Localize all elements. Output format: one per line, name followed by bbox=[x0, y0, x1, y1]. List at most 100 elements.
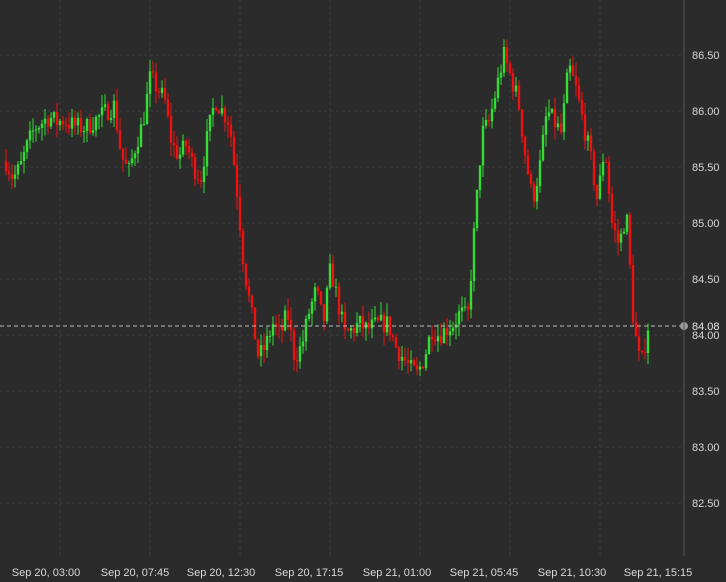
candle-body bbox=[538, 160, 542, 187]
candle-body bbox=[628, 214, 632, 265]
candle-body bbox=[478, 165, 482, 190]
candle-body bbox=[133, 153, 137, 159]
candle-body bbox=[157, 91, 161, 94]
candle-body bbox=[568, 65, 572, 73]
candle-body bbox=[190, 152, 194, 158]
x-tick-label: Sep 21, 05:45 bbox=[450, 567, 519, 579]
candle-body bbox=[211, 107, 215, 115]
candle-body bbox=[472, 228, 476, 281]
x-tick-label: Sep 20, 07:45 bbox=[101, 567, 170, 579]
candle-body bbox=[343, 311, 347, 330]
candle-body bbox=[634, 322, 638, 337]
candle-body bbox=[382, 314, 386, 333]
candle-body bbox=[550, 108, 554, 113]
candle-body bbox=[181, 140, 185, 155]
candle-body bbox=[256, 339, 260, 357]
candle-body bbox=[562, 103, 566, 133]
candle-body bbox=[235, 165, 239, 197]
candle-body bbox=[556, 123, 560, 128]
candle-body bbox=[358, 316, 362, 324]
candle-body bbox=[577, 85, 581, 100]
candle-body bbox=[574, 75, 578, 86]
candle-body bbox=[283, 310, 287, 331]
candle-body bbox=[10, 174, 14, 179]
candle-body bbox=[130, 158, 134, 164]
candle-body bbox=[481, 125, 485, 166]
candle-body bbox=[106, 104, 110, 121]
candle-body bbox=[487, 119, 491, 122]
candle-body bbox=[571, 65, 575, 76]
candle-body bbox=[79, 117, 83, 133]
candle-body bbox=[37, 127, 41, 130]
candle-body bbox=[226, 122, 230, 125]
candle-body bbox=[145, 93, 149, 125]
candle-body bbox=[238, 196, 242, 231]
candle-body bbox=[22, 152, 26, 162]
candle-body bbox=[286, 310, 290, 320]
candle-body bbox=[424, 354, 428, 369]
candle-body bbox=[430, 336, 434, 340]
candle-body bbox=[76, 117, 80, 126]
candle-body bbox=[484, 119, 488, 126]
candle-body bbox=[124, 159, 128, 164]
candle-body bbox=[127, 163, 131, 165]
candle-body bbox=[517, 85, 521, 110]
candle-body bbox=[610, 193, 614, 224]
candle-body bbox=[313, 287, 317, 302]
x-tick-label: Sep 20, 12:30 bbox=[187, 567, 256, 579]
candle-body bbox=[55, 112, 59, 126]
candle-body bbox=[58, 120, 62, 126]
candle-body bbox=[346, 329, 350, 331]
candle-body bbox=[220, 108, 224, 114]
y-tick-label: 86.00 bbox=[692, 106, 720, 118]
candle-body bbox=[217, 110, 221, 114]
candle-body bbox=[613, 223, 617, 231]
candle-body bbox=[277, 325, 281, 327]
candle-body bbox=[436, 336, 440, 342]
candle-body bbox=[82, 131, 86, 133]
candle-body bbox=[301, 341, 305, 347]
candle-body bbox=[292, 330, 296, 360]
x-tick-label: Sep 21, 15:15 bbox=[624, 567, 693, 579]
candle-body bbox=[31, 130, 35, 132]
candle-body bbox=[337, 286, 341, 315]
candle-body bbox=[397, 347, 401, 361]
candle-body bbox=[160, 87, 164, 94]
candle-body bbox=[625, 214, 629, 232]
candle-body bbox=[547, 112, 551, 117]
candle-body bbox=[259, 344, 263, 357]
candle-body bbox=[247, 286, 251, 296]
candle-body bbox=[73, 117, 77, 126]
candle-body bbox=[172, 142, 176, 146]
candle-body bbox=[514, 85, 518, 92]
candle-body bbox=[400, 356, 404, 361]
candle-body bbox=[322, 304, 326, 322]
candle-body bbox=[4, 161, 8, 172]
candle-body bbox=[448, 331, 452, 336]
candle-body bbox=[334, 286, 338, 288]
candle-body bbox=[526, 155, 530, 175]
candle-body bbox=[373, 317, 377, 320]
candle-body bbox=[490, 108, 494, 122]
candle-body bbox=[583, 114, 587, 141]
candle-body bbox=[604, 161, 608, 163]
candle-body bbox=[262, 344, 266, 351]
candle-body bbox=[16, 164, 20, 175]
candle-body bbox=[64, 124, 68, 126]
candle-body bbox=[535, 186, 539, 202]
candle-body bbox=[370, 319, 374, 329]
candle-body bbox=[115, 100, 119, 131]
candle-body bbox=[274, 324, 278, 326]
candle-body bbox=[268, 335, 272, 337]
candle-body bbox=[361, 316, 365, 329]
candle-body bbox=[49, 117, 53, 127]
candle-body bbox=[331, 263, 335, 287]
candle-body bbox=[412, 360, 416, 366]
candle-body bbox=[637, 336, 641, 351]
x-tick-label: Sep 21, 10:30 bbox=[538, 567, 607, 579]
candle-body bbox=[40, 123, 44, 128]
candle-body bbox=[70, 117, 74, 129]
candle-body bbox=[34, 129, 38, 131]
candle-body bbox=[469, 280, 473, 310]
candle-body bbox=[19, 161, 23, 165]
